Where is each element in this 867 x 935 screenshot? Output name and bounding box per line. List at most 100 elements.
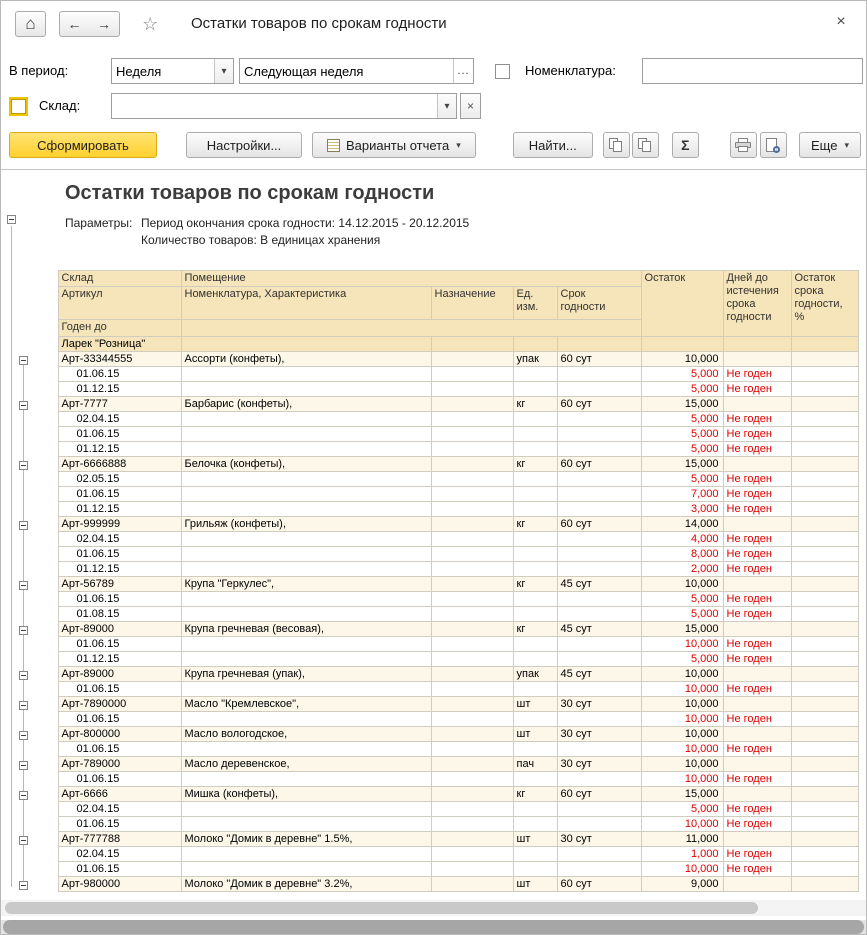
unit-cell[interactable]: кг [513,517,557,532]
percent-cell[interactable] [791,817,858,832]
percent-cell[interactable] [791,442,858,457]
warehouse-input[interactable] [112,94,437,118]
collapse-group-icon[interactable] [19,581,28,590]
shelf-cell[interactable] [557,382,641,397]
unit-cell[interactable] [513,337,557,352]
shelf-cell[interactable]: 60 сут [557,397,641,412]
unit-cell[interactable] [513,547,557,562]
qty-cell[interactable]: 10,000 [641,727,723,742]
unit-cell[interactable]: шт [513,877,557,892]
nomenclature-cell[interactable]: Масло деревенское, [181,757,431,772]
header-room[interactable]: Помещение [181,271,641,287]
qty-cell[interactable]: 15,000 [641,787,723,802]
horizontal-scrollbar-thumb[interactable] [5,902,758,914]
form-scrollbar-thumb[interactable] [3,920,864,934]
qty-cell[interactable]: 9,000 [641,877,723,892]
percent-cell[interactable] [791,637,858,652]
status-cell[interactable]: Не годен [723,772,791,787]
shelf-cell[interactable] [557,847,641,862]
purpose-cell[interactable] [431,592,513,607]
nomenclature-cell[interactable] [181,547,431,562]
status-cell[interactable]: Не годен [723,367,791,382]
horizontal-scrollbar[interactable] [1,900,866,916]
percent-cell[interactable] [791,667,858,682]
valid-until-cell[interactable]: 01.08.15 [58,607,181,622]
status-cell[interactable]: Не годен [723,637,791,652]
valid-until-cell[interactable]: 01.06.15 [58,742,181,757]
report-variants-button[interactable]: Варианты отчета ▾ [312,132,476,158]
nomenclature-field[interactable] [642,58,863,84]
percent-cell[interactable] [791,622,858,637]
purpose-cell[interactable] [431,562,513,577]
period-type-input[interactable] [112,59,214,83]
nomenclature-input[interactable] [643,59,862,83]
nomenclature-checkbox[interactable] [495,64,510,79]
nomenclature-cell[interactable] [181,817,431,832]
status-cell[interactable]: Не годен [723,607,791,622]
qty-cell[interactable]: 10,000 [641,637,723,652]
shelf-cell[interactable]: 60 сут [557,517,641,532]
purpose-cell[interactable] [431,532,513,547]
collapse-group-icon[interactable] [19,701,28,710]
header-valid-until[interactable]: Годен до [58,320,181,337]
valid-until-cell[interactable]: 01.12.15 [58,382,181,397]
percent-cell[interactable] [791,502,858,517]
percent-cell[interactable] [791,352,858,367]
unit-cell[interactable] [513,607,557,622]
purpose-cell[interactable] [431,337,513,352]
nomenclature-cell[interactable] [181,592,431,607]
valid-until-cell[interactable]: 01.06.15 [58,637,181,652]
unit-cell[interactable] [513,742,557,757]
unit-cell[interactable] [513,592,557,607]
qty-cell[interactable]: 5,000 [641,652,723,667]
shelf-cell[interactable]: 30 сут [557,727,641,742]
collapse-group-icon[interactable] [19,626,28,635]
find-button[interactable]: Найти... [513,132,593,158]
purpose-cell[interactable] [431,352,513,367]
chevron-down-icon[interactable]: ▾ [214,59,233,83]
shelf-cell[interactable]: 45 сут [557,667,641,682]
percent-cell[interactable] [791,547,858,562]
purpose-cell[interactable] [431,772,513,787]
unit-cell[interactable]: шт [513,727,557,742]
percent-cell[interactable] [791,562,858,577]
nomenclature-cell[interactable]: Молоко "Домик в деревне" 1.5%, [181,832,431,847]
shelf-cell[interactable] [557,802,641,817]
qty-cell[interactable]: 5,000 [641,592,723,607]
collapse-group-icon[interactable] [19,881,28,890]
copy-values-button[interactable] [632,132,659,158]
unit-cell[interactable] [513,802,557,817]
warehouse-combo[interactable]: ▾ [111,93,457,119]
shelf-cell[interactable]: 60 сут [557,787,641,802]
nomenclature-cell[interactable]: Крупа гречневая (весовая), [181,622,431,637]
unit-cell[interactable] [513,772,557,787]
qty-cell[interactable]: 15,000 [641,397,723,412]
status-cell[interactable]: Не годен [723,382,791,397]
qty-cell[interactable]: 5,000 [641,412,723,427]
percent-cell[interactable] [791,772,858,787]
percent-cell[interactable] [791,682,858,697]
status-cell[interactable]: Не годен [723,742,791,757]
qty-cell[interactable]: 14,000 [641,517,723,532]
percent-cell[interactable] [791,727,858,742]
shelf-cell[interactable] [557,562,641,577]
valid-until-cell[interactable]: 01.12.15 [58,562,181,577]
shelf-cell[interactable] [557,427,641,442]
nomenclature-cell[interactable] [181,742,431,757]
status-cell[interactable]: Не годен [723,442,791,457]
status-cell[interactable]: Не годен [723,562,791,577]
shelf-cell[interactable] [557,607,641,622]
percent-cell[interactable] [791,802,858,817]
status-cell[interactable]: Не годен [723,862,791,877]
home-button[interactable]: ⌂ [15,11,46,37]
purpose-cell[interactable] [431,487,513,502]
header-unit[interactable]: Ед. изм. [513,287,557,320]
unit-cell[interactable] [513,442,557,457]
percent-cell[interactable] [791,832,858,847]
sum-button[interactable]: Σ [672,132,699,158]
percent-cell[interactable] [791,577,858,592]
header-remainder[interactable]: Остаток [641,271,723,337]
percent-cell[interactable] [791,517,858,532]
valid-until-cell[interactable]: 02.04.15 [58,802,181,817]
qty-cell[interactable]: 15,000 [641,457,723,472]
